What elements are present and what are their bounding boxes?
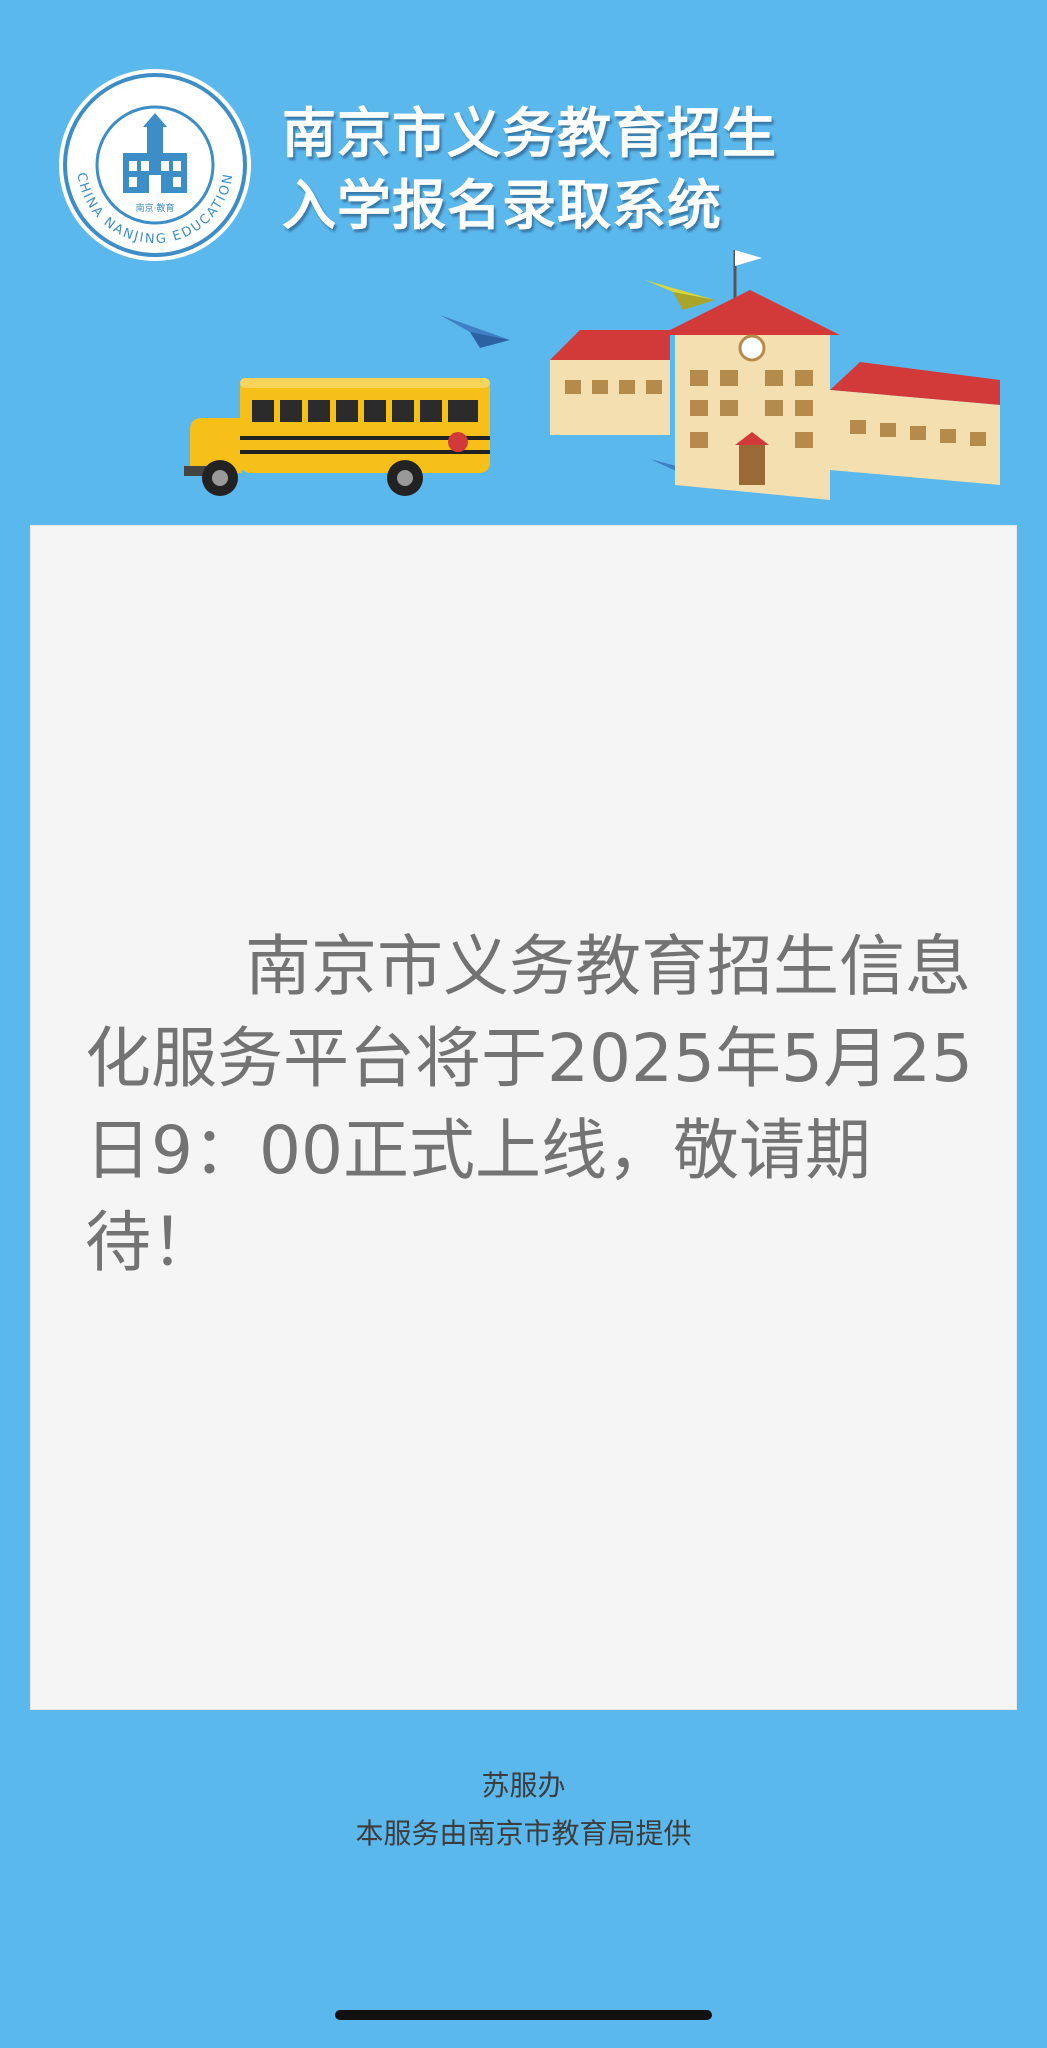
school-bus-icon	[184, 378, 490, 496]
notice-card: 南京市义务教育招生信息化服务平台将于2025年5月25日9：00正式上线，敬请期…	[30, 525, 1017, 1710]
nanjing-education-logo-icon: CHINA NANJING EDUCATION 南京·教育	[59, 69, 251, 261]
school-building-icon	[550, 250, 1000, 500]
page-footer: 苏服办 本服务由南京市教育局提供	[0, 1762, 1047, 1858]
page-title-line-2: 入学报名录取系统	[282, 174, 722, 237]
page-title: 南京市义务教育招生 入学报名录取系统	[282, 98, 777, 242]
app-header: CHINA NANJING EDUCATION 南京·教育 南京市义务教育招生 …	[0, 0, 1047, 525]
paper-plane-icon	[440, 315, 510, 348]
page-title-line-1: 南京市义务教育招生	[282, 102, 777, 165]
launch-notice-text: 南京市义务教育招生信息化服务平台将于2025年5月25日9：00正式上线，敬请期…	[85, 928, 973, 1281]
footer-provider-text: 本服务由南京市教育局提供	[355, 1817, 692, 1850]
home-indicator[interactable]	[335, 2010, 712, 2020]
logo-chinese-text: 南京·教育	[136, 202, 175, 214]
footer-service-office: 苏服办	[481, 1769, 566, 1802]
